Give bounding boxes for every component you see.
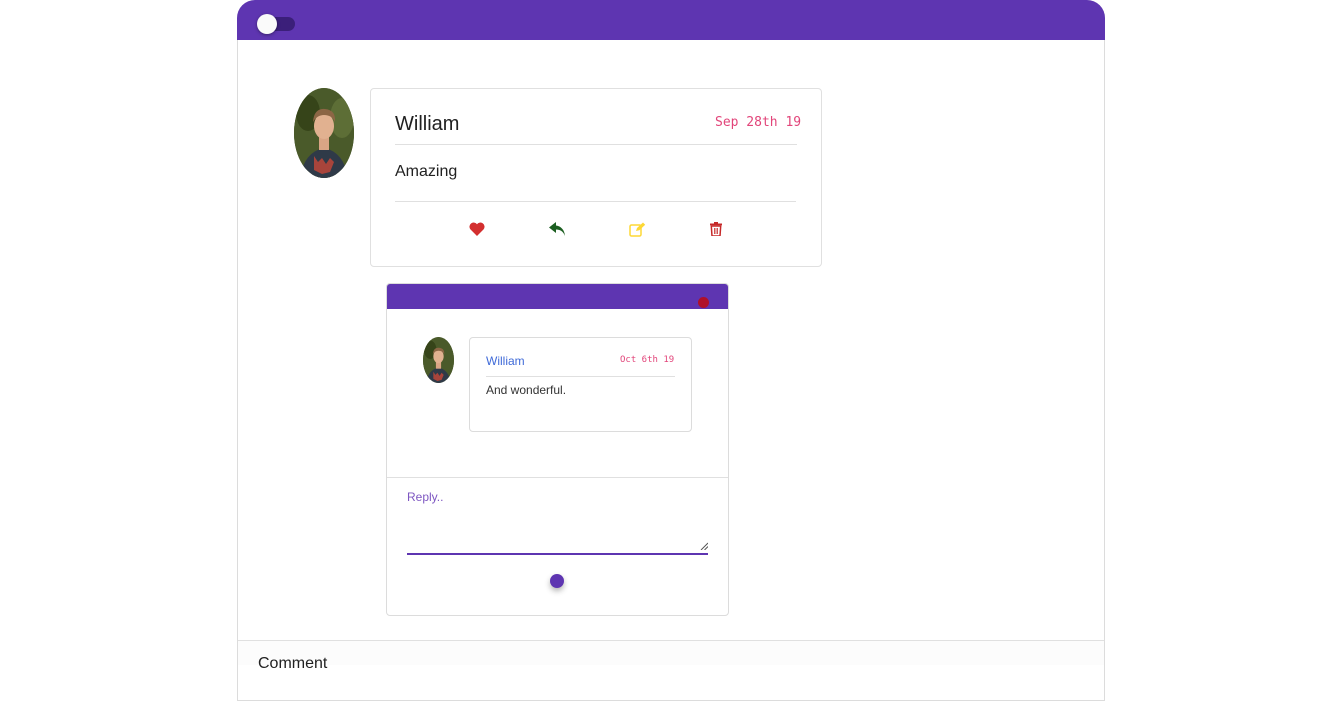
reply-panel: William Oct 6th 19 And wonderful. Reply.… — [386, 283, 729, 616]
comment-card: William Sep 28th 19 Amazing — [370, 88, 822, 267]
edit-icon — [628, 222, 645, 237]
reply-date: Oct 6th 19 — [620, 355, 675, 365]
comment-date: Sep 28th 19 — [715, 115, 802, 130]
reply-text: And wonderful. — [486, 383, 567, 397]
comment-actions-divider — [395, 201, 796, 202]
close-replies-button[interactable] — [698, 297, 709, 308]
reply-avatar — [423, 337, 454, 383]
reply-card: William Oct 6th 19 And wonderful. — [469, 337, 692, 432]
reply-form-divider — [387, 477, 728, 478]
new-comment-label: Comment — [258, 655, 328, 672]
reply-input-label: Reply.. — [407, 490, 444, 504]
reply-divider — [486, 376, 675, 377]
new-comment-area[interactable]: Comment — [238, 640, 1104, 672]
edit-button[interactable] — [627, 219, 647, 239]
comment-header-divider — [395, 144, 797, 145]
reply-input[interactable] — [407, 509, 708, 555]
comment-author: William — [395, 113, 460, 135]
like-button[interactable] — [467, 219, 487, 239]
resize-handle-icon[interactable] — [700, 542, 708, 550]
reply-icon — [548, 222, 565, 236]
heart-icon — [469, 222, 485, 236]
toggle-knob[interactable] — [257, 14, 277, 34]
reply-panel-header — [387, 284, 728, 309]
comment-text: Amazing — [395, 163, 458, 180]
top-bar — [237, 0, 1105, 40]
avatar — [294, 88, 354, 178]
delete-button[interactable] — [706, 219, 726, 239]
reply-button[interactable] — [547, 219, 567, 239]
send-reply-button[interactable] — [550, 574, 564, 588]
reply-author: William — [486, 354, 525, 368]
trash-icon — [710, 222, 722, 236]
theme-toggle[interactable] — [257, 14, 295, 34]
